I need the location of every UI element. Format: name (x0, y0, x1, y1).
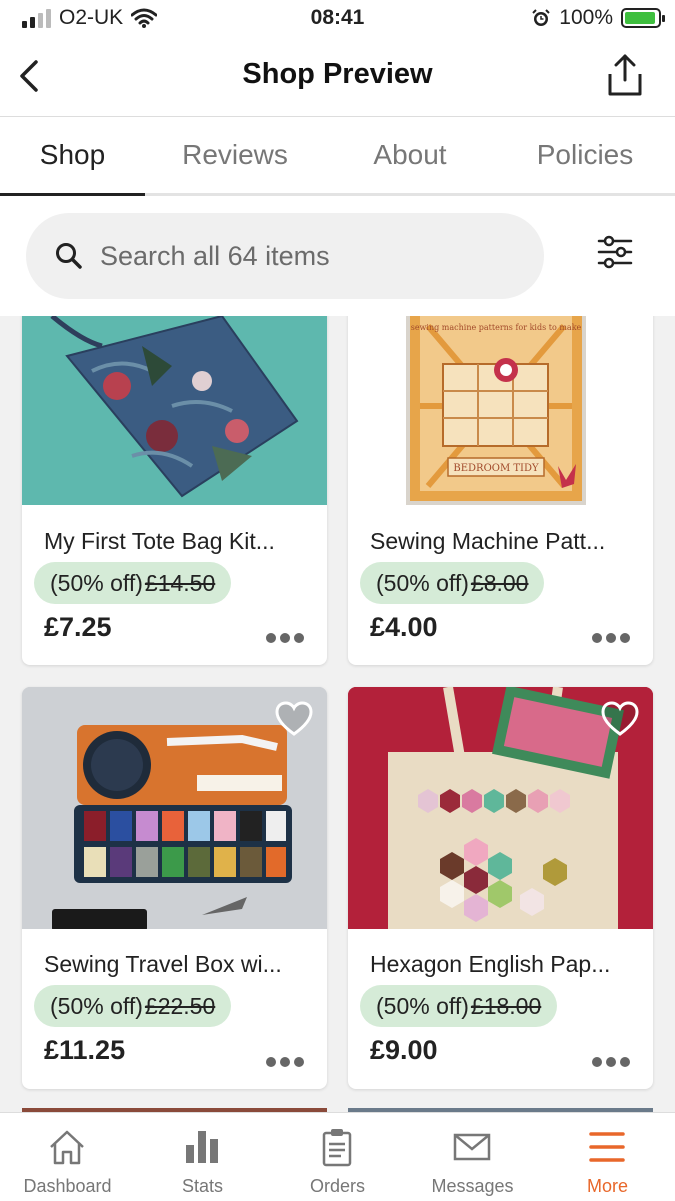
more-options-icon[interactable] (265, 632, 305, 644)
more-options-icon[interactable] (591, 1056, 631, 1068)
house-icon (50, 1130, 84, 1165)
listing-title[interactable]: My First Tote Bag Kit... (44, 528, 275, 555)
status-right: 100% (531, 6, 665, 30)
discount-percent: (50% off) (376, 569, 469, 596)
listing-card[interactable]: Hexagon English Pap... (50% off) £18.00 … (348, 687, 653, 1089)
discount-badge: (50% off) £18.00 (360, 985, 558, 1027)
listing-price: £11.25 (44, 1035, 126, 1065)
tab-reviews[interactable]: Reviews (145, 117, 325, 193)
bedroom-tidy-text: BEDROOM TIDY (453, 463, 539, 474)
original-price: £18.00 (470, 992, 542, 1019)
nav-orders[interactable]: Orders (270, 1113, 405, 1201)
page-title: Shop Preview (242, 58, 433, 90)
search-placeholder: Search all 64 items (100, 240, 330, 271)
listing-price: £9.00 (370, 1035, 438, 1065)
listing-image[interactable]: BEDROOM TIDY sewing machine patterns for… (348, 316, 653, 505)
bar-chart-icon (186, 1131, 218, 1163)
bottom-nav: Dashboard Stats Orders Messages More (0, 1112, 675, 1201)
listing-title[interactable]: Hexagon English Pap... (370, 951, 610, 978)
listing-image[interactable] (22, 316, 327, 505)
tab-policies[interactable]: Policies (495, 117, 675, 193)
tab-bar: Shop Reviews About Policies (0, 117, 675, 196)
battery-icon (621, 8, 665, 28)
share-icon[interactable] (605, 52, 645, 98)
heart-icon[interactable] (601, 701, 639, 737)
clipboard-icon (322, 1129, 352, 1167)
tab-about[interactable]: About (325, 117, 495, 193)
more-options-icon[interactable] (591, 632, 631, 644)
listing-title[interactable]: Sewing Travel Box wi... (44, 951, 282, 978)
original-price: £8.00 (470, 569, 529, 596)
listing-price: £7.25 (44, 612, 112, 642)
nav-label: More (586, 1176, 628, 1196)
listing-image[interactable] (22, 687, 327, 929)
listing-title[interactable]: Sewing Machine Patt... (370, 528, 605, 555)
discount-badge: (50% off) £22.50 (34, 985, 232, 1027)
nav-dashboard[interactable]: Dashboard (0, 1113, 135, 1201)
listing-card[interactable]: My First Tote Bag Kit... (50% off) £14.5… (22, 300, 327, 665)
more-options-icon[interactable] (265, 1056, 305, 1068)
listing-image[interactable] (348, 687, 653, 929)
nav-stats[interactable]: Stats (135, 1113, 270, 1201)
nav-label: Dashboard (23, 1176, 112, 1196)
nav-messages[interactable]: Messages (405, 1113, 540, 1201)
nav-more[interactable]: More (540, 1113, 675, 1201)
pattern-top-text: sewing machine patterns for kids to make (411, 323, 582, 332)
tote-bag-image (50, 316, 299, 498)
original-price: £14.50 (144, 569, 216, 596)
status-bar: O2-UK 08:41 100% (0, 0, 675, 38)
discount-badge: (50% off) £14.50 (34, 562, 232, 604)
discount-percent: (50% off) (376, 992, 469, 1019)
original-price: £22.50 (144, 992, 216, 1019)
search-input[interactable]: Search all 64 items (26, 213, 544, 299)
nav-label: Messages (431, 1176, 514, 1196)
nav-label: Stats (181, 1176, 224, 1196)
alarm-icon (532, 9, 550, 26)
menu-icon (589, 1132, 625, 1162)
envelope-icon (453, 1133, 491, 1161)
discount-percent: (50% off) (50, 569, 143, 596)
listing-price: £4.00 (370, 612, 438, 642)
listing-card[interactable]: Sewing Travel Box wi... (50% off) £22.50… (22, 687, 327, 1089)
nav-label: Orders (309, 1176, 365, 1196)
tab-shop[interactable]: Shop (0, 117, 145, 196)
discount-percent: (50% off) (50, 992, 143, 1019)
discount-badge: (50% off) £8.00 (360, 562, 545, 604)
search-icon (56, 243, 82, 269)
filter-sliders-icon[interactable] (597, 234, 633, 270)
heart-icon[interactable] (275, 701, 313, 737)
listing-card[interactable]: BEDROOM TIDY sewing machine patterns for… (348, 300, 653, 665)
battery-percent: 100% (559, 6, 613, 29)
app-header: Shop Preview (0, 38, 675, 117)
pattern-booklet-image: BEDROOM TIDY sewing machine patterns for… (406, 316, 586, 505)
search-area-cover: Search all 64 items (0, 196, 675, 316)
